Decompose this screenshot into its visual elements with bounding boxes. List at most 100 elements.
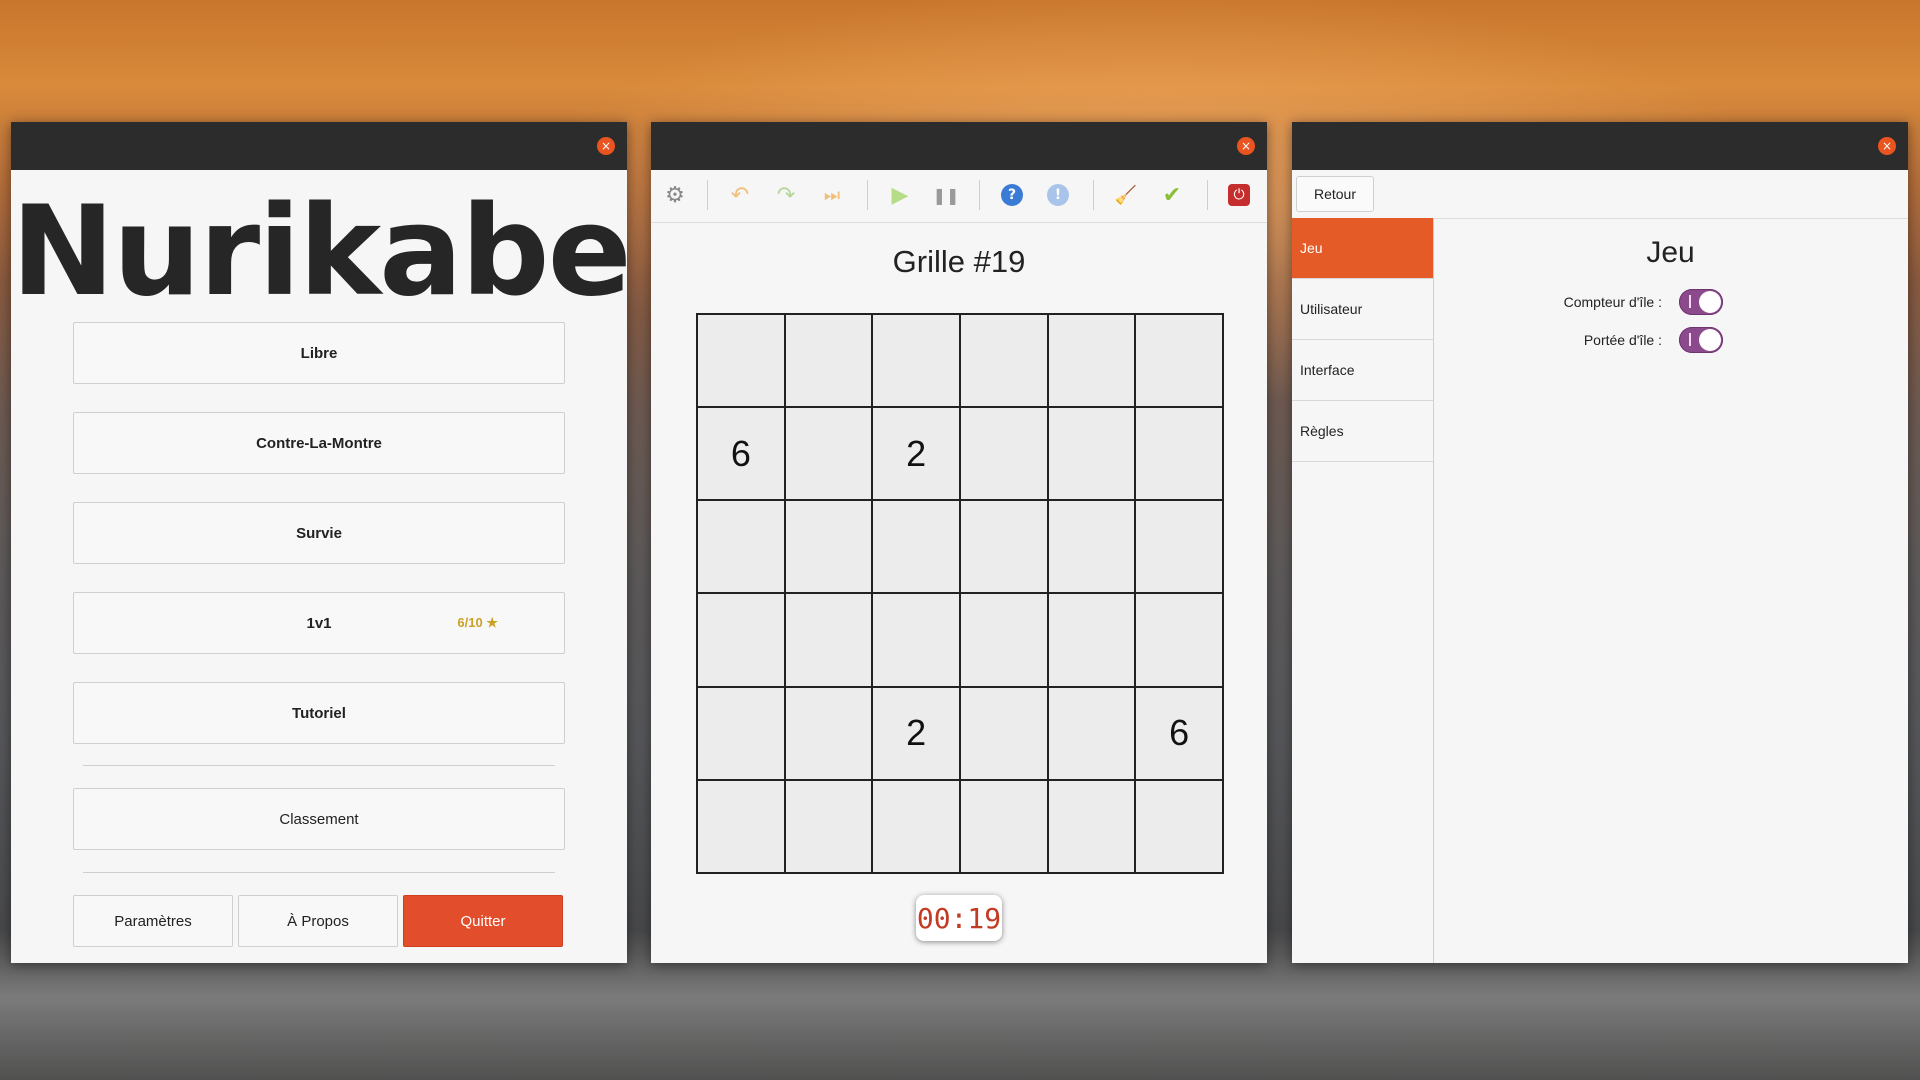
grid-cell[interactable]: [785, 780, 872, 872]
grid-cell[interactable]: [785, 408, 872, 500]
grid-cell[interactable]: [1136, 501, 1222, 593]
broom-icon[interactable]: 🧹: [1112, 181, 1140, 209]
close-icon[interactable]: ×: [1237, 137, 1255, 155]
contre-label: Contre-La-Montre: [256, 434, 382, 452]
quitter-button[interactable]: Quitter: [403, 895, 563, 947]
grid-cell[interactable]: [698, 501, 784, 593]
grid-cell[interactable]: [873, 780, 959, 872]
power-icon-glyph: ⏻: [1228, 184, 1250, 206]
grid-cell[interactable]: [1136, 780, 1222, 872]
hint-icon[interactable]: !: [1044, 181, 1072, 209]
classement-button[interactable]: Classement: [73, 788, 565, 850]
grid-cell[interactable]: [698, 687, 784, 779]
sidebar-item-interface[interactable]: Interface: [1292, 340, 1433, 401]
grid-cell[interactable]: 6: [698, 408, 784, 500]
survie-button[interactable]: Survie: [73, 502, 565, 564]
help-icon[interactable]: ?: [998, 181, 1026, 209]
help-icon-glyph: ?: [1001, 184, 1023, 206]
grid-cell[interactable]: [1048, 687, 1135, 779]
grid-cell[interactable]: [960, 501, 1047, 593]
timer: 00:19: [916, 895, 1002, 941]
toolbar-separator: [1093, 180, 1094, 210]
contre-la-montre-button[interactable]: Contre-La-Montre: [73, 412, 565, 474]
app-title: Nurikabe: [11, 180, 632, 324]
pause-icon[interactable]: ❚❚: [932, 181, 960, 209]
1v1-score-badge: 6/10 ★: [457, 615, 498, 630]
parametres-button[interactable]: Paramètres: [73, 895, 233, 947]
grid-cell[interactable]: [1048, 315, 1135, 407]
gear-icon[interactable]: ⚙: [661, 181, 689, 209]
grid-cell[interactable]: [785, 687, 872, 779]
grid-cell[interactable]: [873, 315, 959, 407]
main-menu-window: × Nurikabe Libre Contre-La-Montre Survie…: [11, 122, 632, 963]
grid-cell[interactable]: 2: [873, 408, 959, 500]
compteur-toggle[interactable]: [1679, 289, 1723, 315]
grid-cell[interactable]: [1048, 501, 1135, 593]
toggle-knob: [1699, 291, 1721, 313]
grid-title: Grille #19: [892, 244, 1026, 279]
toolbar: ⚙ ↶ ↷ ⏭ ▶ ❚❚ ? ! 🧹 ✔ ⏻: [651, 170, 1267, 223]
settings-header: Retour: [1292, 170, 1908, 219]
toggle-on-mark: [1689, 333, 1691, 346]
grid-cell[interactable]: 2: [873, 687, 959, 779]
a-propos-button[interactable]: À Propos: [238, 895, 398, 947]
skip-icon[interactable]: ⏭: [818, 181, 846, 209]
close-icon[interactable]: ×: [597, 137, 615, 155]
settings-sidebar: Jeu Utilisateur Interface Règles: [1292, 218, 1434, 963]
titlebar: ×: [11, 122, 627, 170]
grid-cell[interactable]: [960, 780, 1047, 872]
grid-cell[interactable]: [960, 687, 1047, 779]
survie-label: Survie: [296, 524, 342, 542]
close-icon[interactable]: ×: [1878, 137, 1896, 155]
game-window: × ⚙ ↶ ↷ ⏭ ▶ ❚❚ ? ! 🧹 ✔ ⏻ Grille #19 6226…: [651, 122, 1267, 963]
divider: [83, 872, 555, 873]
portee-label: Portée d'île :: [1583, 332, 1662, 348]
sidebar-item-regles[interactable]: Règles: [1292, 401, 1433, 462]
toolbar-separator: [1207, 180, 1208, 210]
sidebar-item-jeu[interactable]: Jeu: [1292, 218, 1433, 279]
grid-cell[interactable]: [698, 594, 784, 686]
back-button[interactable]: Retour: [1296, 176, 1374, 212]
check-icon[interactable]: ✔: [1158, 181, 1186, 209]
grid-cell[interactable]: [873, 501, 959, 593]
grid-cell[interactable]: [1048, 780, 1135, 872]
tutoriel-button[interactable]: Tutoriel: [73, 682, 565, 744]
grid-cell[interactable]: [698, 315, 784, 407]
titlebar: ×: [1292, 122, 1908, 170]
compteur-label: Compteur d'île :: [1563, 294, 1662, 310]
toolbar-separator: [707, 180, 708, 210]
hint-icon-glyph: !: [1047, 184, 1069, 206]
grid-cell[interactable]: [960, 594, 1047, 686]
redo-icon[interactable]: ↷: [772, 181, 800, 209]
grid-cell[interactable]: [785, 315, 872, 407]
divider: [83, 765, 555, 766]
tutoriel-label: Tutoriel: [292, 704, 346, 722]
undo-icon[interactable]: ↶: [726, 181, 754, 209]
titlebar: ×: [651, 122, 1267, 170]
grid-cell[interactable]: [873, 594, 959, 686]
sidebar-item-utilisateur[interactable]: Utilisateur: [1292, 279, 1433, 340]
puzzle-grid: 6226: [696, 313, 1224, 874]
grid-cell[interactable]: [960, 408, 1047, 500]
1v1-button[interactable]: 1v1 6/10 ★: [73, 592, 565, 654]
grid-cell[interactable]: [1136, 594, 1222, 686]
grid-cell[interactable]: [1048, 594, 1135, 686]
grid-cell[interactable]: [1136, 315, 1222, 407]
toggle-knob: [1699, 329, 1721, 351]
grid-cell[interactable]: 6: [1136, 687, 1222, 779]
panel-title: Jeu: [1646, 236, 1695, 269]
grid-cell[interactable]: [1136, 408, 1222, 500]
power-icon[interactable]: ⏻: [1225, 181, 1253, 209]
1v1-label: 1v1: [306, 614, 332, 632]
grid-cell[interactable]: [960, 315, 1047, 407]
grid-cell[interactable]: [785, 501, 872, 593]
grid-cell[interactable]: [698, 780, 784, 872]
grid-cell[interactable]: [1048, 408, 1135, 500]
play-icon[interactable]: ▶: [886, 181, 914, 209]
settings-window: × Retour Jeu Utilisateur Interface Règle…: [1292, 122, 1908, 963]
portee-toggle[interactable]: [1679, 327, 1723, 353]
libre-label: Libre: [300, 344, 338, 362]
libre-button[interactable]: Libre: [73, 322, 565, 384]
grid-cell[interactable]: [785, 594, 872, 686]
toolbar-separator: [867, 180, 868, 210]
